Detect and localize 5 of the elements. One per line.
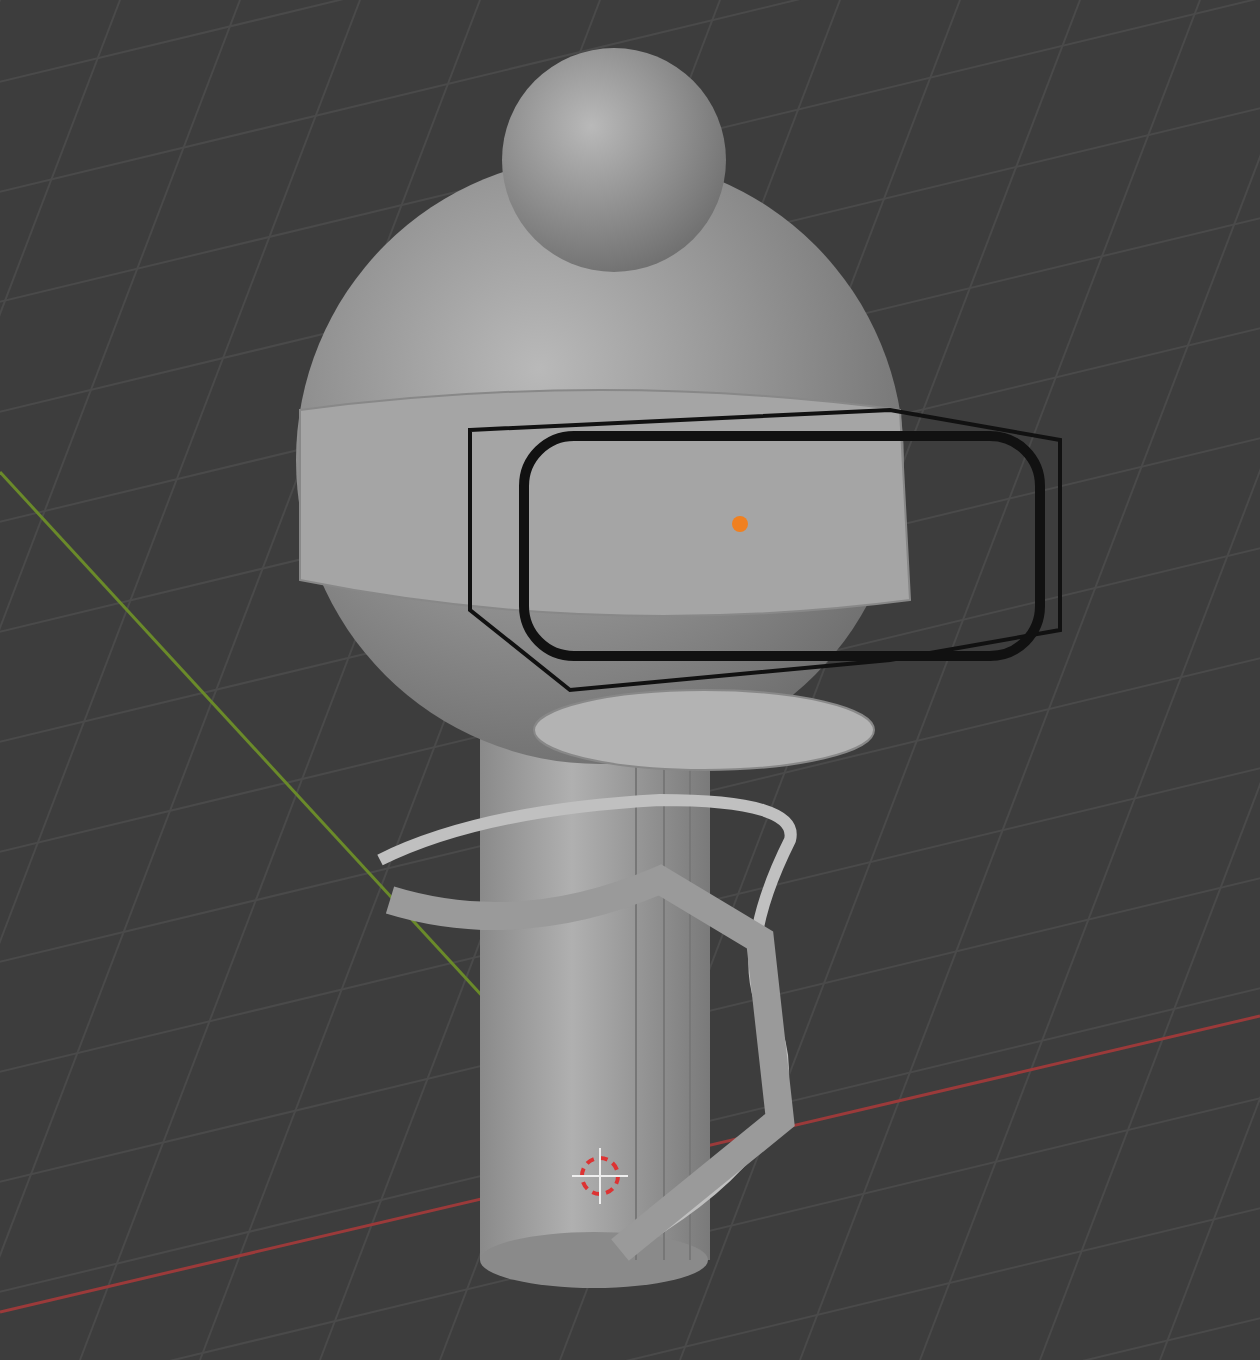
- 3d-viewport[interactable]: [0, 0, 1260, 1360]
- selection-outline[interactable]: [468, 408, 1062, 693]
- crosshair-icon[interactable]: [571, 1147, 629, 1205]
- tower-model-drawing[interactable]: [296, 48, 911, 1288]
- origin-point-icon: [732, 516, 748, 532]
